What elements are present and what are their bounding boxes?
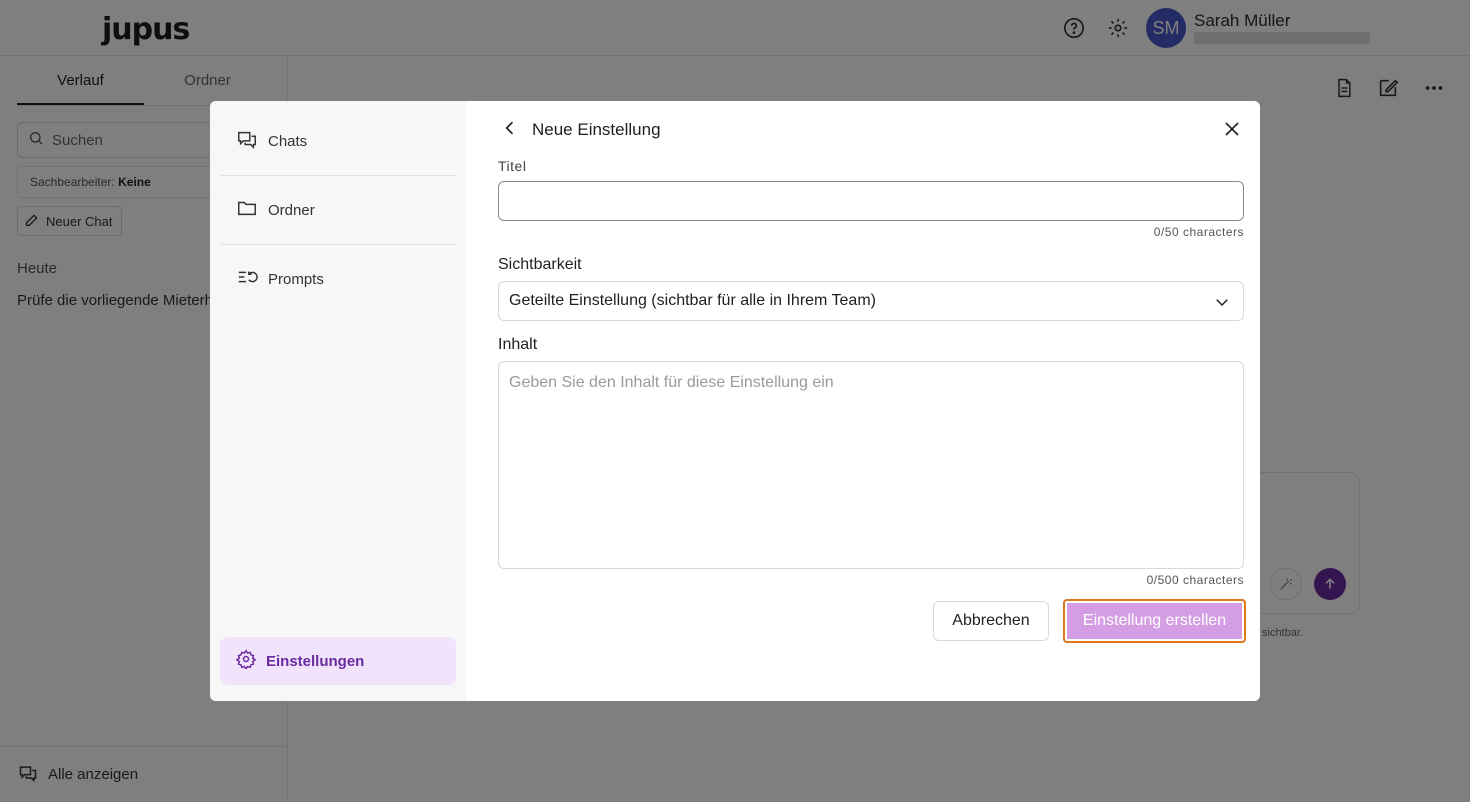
nav-item-label: Ordner bbox=[268, 201, 315, 219]
content-counter: 0/500 characters bbox=[1146, 573, 1244, 587]
title-counter: 0/50 characters bbox=[1153, 225, 1244, 239]
cancel-button[interactable]: Abbrechen bbox=[933, 601, 1049, 641]
nav-item-prompts[interactable]: Prompts bbox=[220, 255, 456, 303]
folder-icon bbox=[236, 197, 258, 223]
back-icon[interactable] bbox=[500, 118, 520, 143]
nav-item-ordner[interactable]: Ordner bbox=[220, 186, 456, 234]
nav-item-label: Einstellungen bbox=[266, 652, 365, 670]
visibility-label: Sichtbarkeit bbox=[498, 256, 582, 273]
settings-modal: Chats Ordner Prompts Einstellungen Neue … bbox=[210, 101, 1260, 701]
nav-item-label: Chats bbox=[268, 132, 308, 150]
content-label: Inhalt bbox=[498, 336, 538, 353]
modal-nav: Chats Ordner Prompts Einstellungen bbox=[210, 101, 466, 701]
create-setting-button[interactable]: Einstellung erstellen bbox=[1063, 599, 1246, 643]
nav-item-label: Prompts bbox=[268, 270, 324, 288]
nav-item-chats[interactable]: Chats bbox=[220, 117, 456, 165]
visibility-select[interactable]: Geteilte Einstellung (sichtbar für alle … bbox=[498, 281, 1244, 321]
close-icon[interactable] bbox=[1220, 117, 1244, 141]
modal-content: Neue Einstellung Titel 0/50 characters S… bbox=[466, 101, 1260, 701]
nav-divider bbox=[220, 175, 456, 176]
modal-title: Neue Einstellung bbox=[532, 120, 661, 139]
chats-icon bbox=[236, 128, 258, 154]
nav-divider bbox=[220, 244, 456, 245]
chevron-down-icon bbox=[1211, 291, 1233, 313]
gear-icon bbox=[235, 649, 257, 673]
visibility-value: Geteilte Einstellung (sichtbar für alle … bbox=[509, 292, 876, 309]
nav-item-settings[interactable]: Einstellungen bbox=[220, 637, 456, 685]
content-textarea[interactable] bbox=[498, 361, 1244, 569]
title-label: Titel bbox=[498, 158, 527, 174]
prompts-icon bbox=[236, 266, 258, 292]
modal-header: Neue Einstellung bbox=[500, 117, 661, 143]
title-input[interactable] bbox=[498, 181, 1244, 221]
